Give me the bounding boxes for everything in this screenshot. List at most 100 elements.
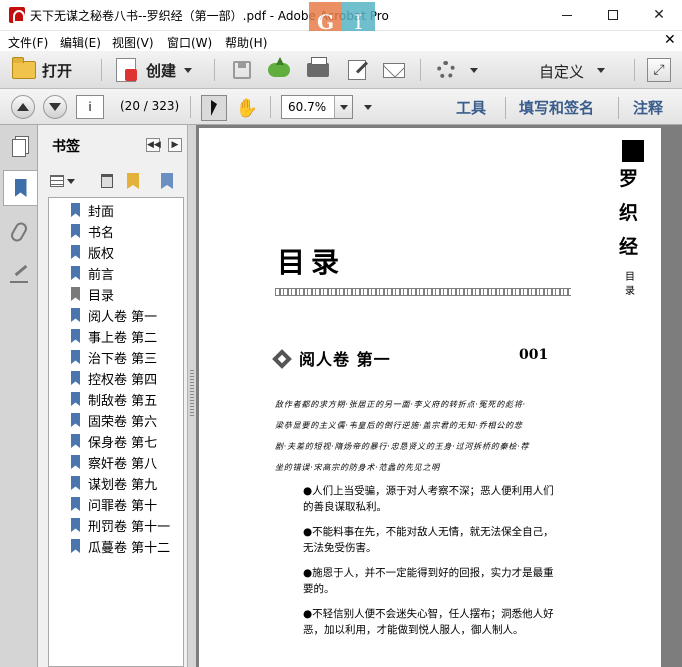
full-screen-button[interactable]: ⤢: [647, 58, 671, 82]
bookmark-item[interactable]: 版权: [71, 242, 114, 262]
document-close-icon[interactable]: ✕: [664, 32, 676, 48]
maximize-button[interactable]: [590, 0, 636, 30]
open-button[interactable]: 打开: [12, 56, 72, 84]
page-number-input[interactable]: [76, 95, 104, 119]
bookmark-icon: [71, 413, 80, 427]
cloud-upload-icon: [268, 57, 290, 77]
pane-splitter[interactable]: [188, 125, 196, 667]
summary-line: 敌作者都的求方朔·张居正的另一面·李义府的转折点·冤死的彪将·: [275, 400, 526, 409]
bookmark-item[interactable]: 谋划卷 第九: [71, 473, 157, 493]
paperclip-icon: [8, 220, 30, 244]
hand-tool-button[interactable]: ✋: [234, 95, 260, 121]
more-tools-dropdown[interactable]: [364, 105, 372, 110]
toolbar-divider: [420, 59, 421, 81]
bookmark-icon: [71, 308, 80, 322]
fill-sign-panel-link[interactable]: 填写和签名: [519, 97, 594, 118]
menu-help[interactable]: 帮助(H): [225, 34, 267, 51]
next-page-button[interactable]: [43, 95, 67, 119]
bookmark-options-button[interactable]: [48, 172, 76, 190]
bookmark-item[interactable]: 前言: [71, 263, 114, 283]
cloud-upload-button[interactable]: [267, 57, 291, 81]
edit-button[interactable]: [345, 59, 369, 81]
vertical-subtitle-char: 目: [625, 272, 635, 283]
vertical-title-char: 罗: [619, 168, 639, 190]
page-thumbnails-button[interactable]: [6, 133, 32, 163]
menu-window[interactable]: 窗口(W): [167, 34, 212, 51]
bookmark-item[interactable]: 治下卷 第三: [71, 347, 157, 367]
tools-panel-link[interactable]: 工具: [456, 97, 486, 118]
chevron-down-icon[interactable]: [597, 68, 605, 73]
chevron-down-icon: [184, 67, 193, 73]
bookmark-item[interactable]: 瓜蔓卷 第十二: [71, 536, 170, 556]
bookmark-icon: [71, 392, 80, 406]
save-button[interactable]: [230, 59, 254, 81]
document-view[interactable]: 罗 织 经 目 录 目录 阅人卷 第一 001 敌作者都的求方朔·张居正的另一面…: [196, 125, 682, 667]
bookmarks-title: 书签: [52, 139, 80, 155]
menu-file[interactable]: 文件(F): [8, 34, 48, 51]
bookmark-item[interactable]: 保身卷 第七: [71, 431, 157, 451]
bookmark-item[interactable]: 问罪卷 第十: [71, 494, 157, 514]
chevron-down-icon: [66, 178, 75, 184]
zoom-select[interactable]: 60.7%: [281, 95, 353, 119]
chevron-down-icon: [339, 104, 348, 110]
print-button[interactable]: [306, 57, 330, 81]
toolbar-divider: [190, 96, 191, 118]
bookmark-label: 版权: [88, 246, 115, 262]
bookmark-item[interactable]: 制敌卷 第五: [71, 389, 157, 409]
bookmark-item[interactable]: 书名: [71, 221, 114, 241]
bookmark-icon: [71, 455, 80, 469]
bookmark-label: 瓜蔓卷 第十二: [88, 540, 171, 556]
create-label: 创建: [146, 61, 177, 80]
signatures-button[interactable]: [6, 261, 32, 291]
menu-view[interactable]: 视图(V): [112, 34, 154, 51]
vertical-title-char: 经: [619, 236, 639, 258]
printer-icon: [307, 57, 329, 77]
options-icon: [49, 175, 64, 187]
bookmark-item[interactable]: 固荣卷 第六: [71, 410, 157, 430]
collapse-panel-button[interactable]: ◀◀: [146, 138, 161, 152]
attachments-button[interactable]: [6, 217, 32, 247]
settings-dropdown[interactable]: [462, 59, 486, 81]
bookmark-item[interactable]: 阅人卷 第一: [71, 305, 157, 325]
toolbar-divider: [101, 59, 102, 81]
bookmark-item[interactable]: 封面: [71, 200, 114, 220]
minimize-icon: [562, 14, 572, 16]
select-tool-button[interactable]: [201, 95, 227, 121]
expand-icon: ⤢: [653, 62, 665, 78]
comment-panel-link[interactable]: 注释: [633, 97, 663, 118]
acrobat-icon: [9, 7, 25, 23]
menu-edit[interactable]: 编辑(E): [60, 34, 101, 51]
create-button[interactable]: 创建: [116, 56, 193, 84]
close-button[interactable]: ✕: [636, 0, 682, 30]
bookmark-item[interactable]: 刑罚卷 第十一: [71, 515, 170, 535]
bookmark-icon: [71, 476, 80, 490]
bookmark-icon: [71, 350, 80, 364]
folder-icon: [12, 57, 36, 79]
bookmark-label: 察奸卷 第八: [88, 456, 158, 472]
bookmark-item[interactable]: 事上卷 第二: [71, 326, 157, 346]
delete-bookmark-button[interactable]: [98, 172, 116, 190]
email-button[interactable]: [382, 59, 406, 81]
trash-icon: [101, 174, 113, 188]
bookmark-label: 问罪卷 第十: [88, 498, 158, 514]
zoom-dropdown-button[interactable]: [334, 96, 352, 118]
bookmarks-button[interactable]: [3, 170, 37, 206]
bookmarks-toolbar: [38, 169, 188, 195]
settings-button[interactable]: [434, 59, 458, 81]
bullet-point: ●不能料事在先，不能对敌人无情，就无法保全自己，无法免受伤害。: [303, 526, 554, 554]
bookmark-item[interactable]: 控权卷 第四: [71, 368, 157, 388]
previous-page-button[interactable]: [11, 95, 35, 119]
panel-menu-button[interactable]: ▶: [168, 138, 182, 152]
title-bar: 天下无谋之秘卷八书--罗织经（第一部）.pdf - Adobe Acrobat …: [0, 0, 682, 42]
page-count: (20 / 323): [120, 99, 180, 113]
new-bookmark-button[interactable]: [124, 172, 142, 190]
minimize-button[interactable]: [544, 0, 590, 30]
bookmark-item-current[interactable]: 目录: [71, 284, 114, 304]
bookmark-icon: [71, 518, 80, 532]
bookmark-item[interactable]: 察奸卷 第八: [71, 452, 157, 472]
splitter-grip[interactable]: [190, 370, 194, 418]
bookmark-icon: [71, 539, 80, 553]
expand-bookmark-button[interactable]: [158, 172, 176, 190]
bookmark-label: 谋划卷 第九: [88, 477, 158, 493]
customize-dropdown[interactable]: 自定义: [539, 61, 584, 82]
